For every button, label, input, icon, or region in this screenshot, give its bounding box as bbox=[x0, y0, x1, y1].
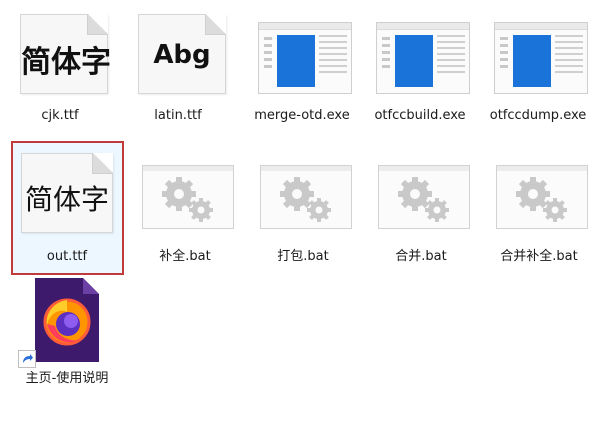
file-bat-pack[interactable]: 打包.bat bbox=[253, 145, 353, 270]
gear-icon bbox=[496, 165, 588, 229]
shortcut-arrow-icon bbox=[18, 350, 36, 368]
gear-icon bbox=[260, 165, 352, 229]
file-label: otfccdump.exe bbox=[489, 108, 587, 123]
app-window-icon bbox=[494, 22, 588, 94]
file-label: merge-otd.exe bbox=[254, 108, 350, 123]
firefox-file-icon bbox=[35, 278, 99, 362]
gear-icon bbox=[378, 165, 470, 229]
file-label: out.ttf bbox=[46, 249, 88, 264]
font-file-icon: 简体字 bbox=[20, 14, 111, 94]
file-label: otfccbuild.exe bbox=[374, 108, 466, 123]
font-file-icon: Abg bbox=[138, 14, 226, 94]
file-label: 合并补全.bat bbox=[500, 249, 578, 264]
file-label: 合并.bat bbox=[395, 249, 447, 264]
shortcut-homepage-guide[interactable]: 主页-使用说明 bbox=[17, 278, 117, 393]
file-bat-complete[interactable]: 补全.bat bbox=[135, 145, 235, 270]
file-cjk-ttf[interactable]: 简体字 cjk.ttf bbox=[10, 10, 111, 130]
file-label: 主页-使用说明 bbox=[25, 371, 109, 386]
file-out-ttf[interactable]: 简体字 out.ttf bbox=[17, 145, 117, 270]
file-label: 补全.bat bbox=[159, 249, 211, 264]
file-bat-merge[interactable]: 合并.bat bbox=[371, 145, 471, 270]
file-label: 打包.bat bbox=[277, 249, 329, 264]
file-bat-merge-complete[interactable]: 合并补全.bat bbox=[489, 145, 589, 270]
file-label: latin.ttf bbox=[154, 108, 202, 123]
app-window-icon bbox=[258, 22, 352, 94]
file-otfccdump-exe[interactable]: otfccdump.exe bbox=[488, 10, 588, 140]
app-window-icon bbox=[376, 22, 470, 94]
gear-icon bbox=[142, 165, 234, 229]
file-otfccbuild-exe[interactable]: otfccbuild.exe bbox=[370, 10, 470, 140]
file-merge-otd-exe[interactable]: merge-otd.exe bbox=[252, 10, 352, 140]
file-latin-ttf[interactable]: Abg latin.ttf bbox=[128, 10, 228, 130]
font-file-icon: 简体字 bbox=[21, 153, 113, 233]
file-label: cjk.ttf bbox=[41, 108, 79, 123]
